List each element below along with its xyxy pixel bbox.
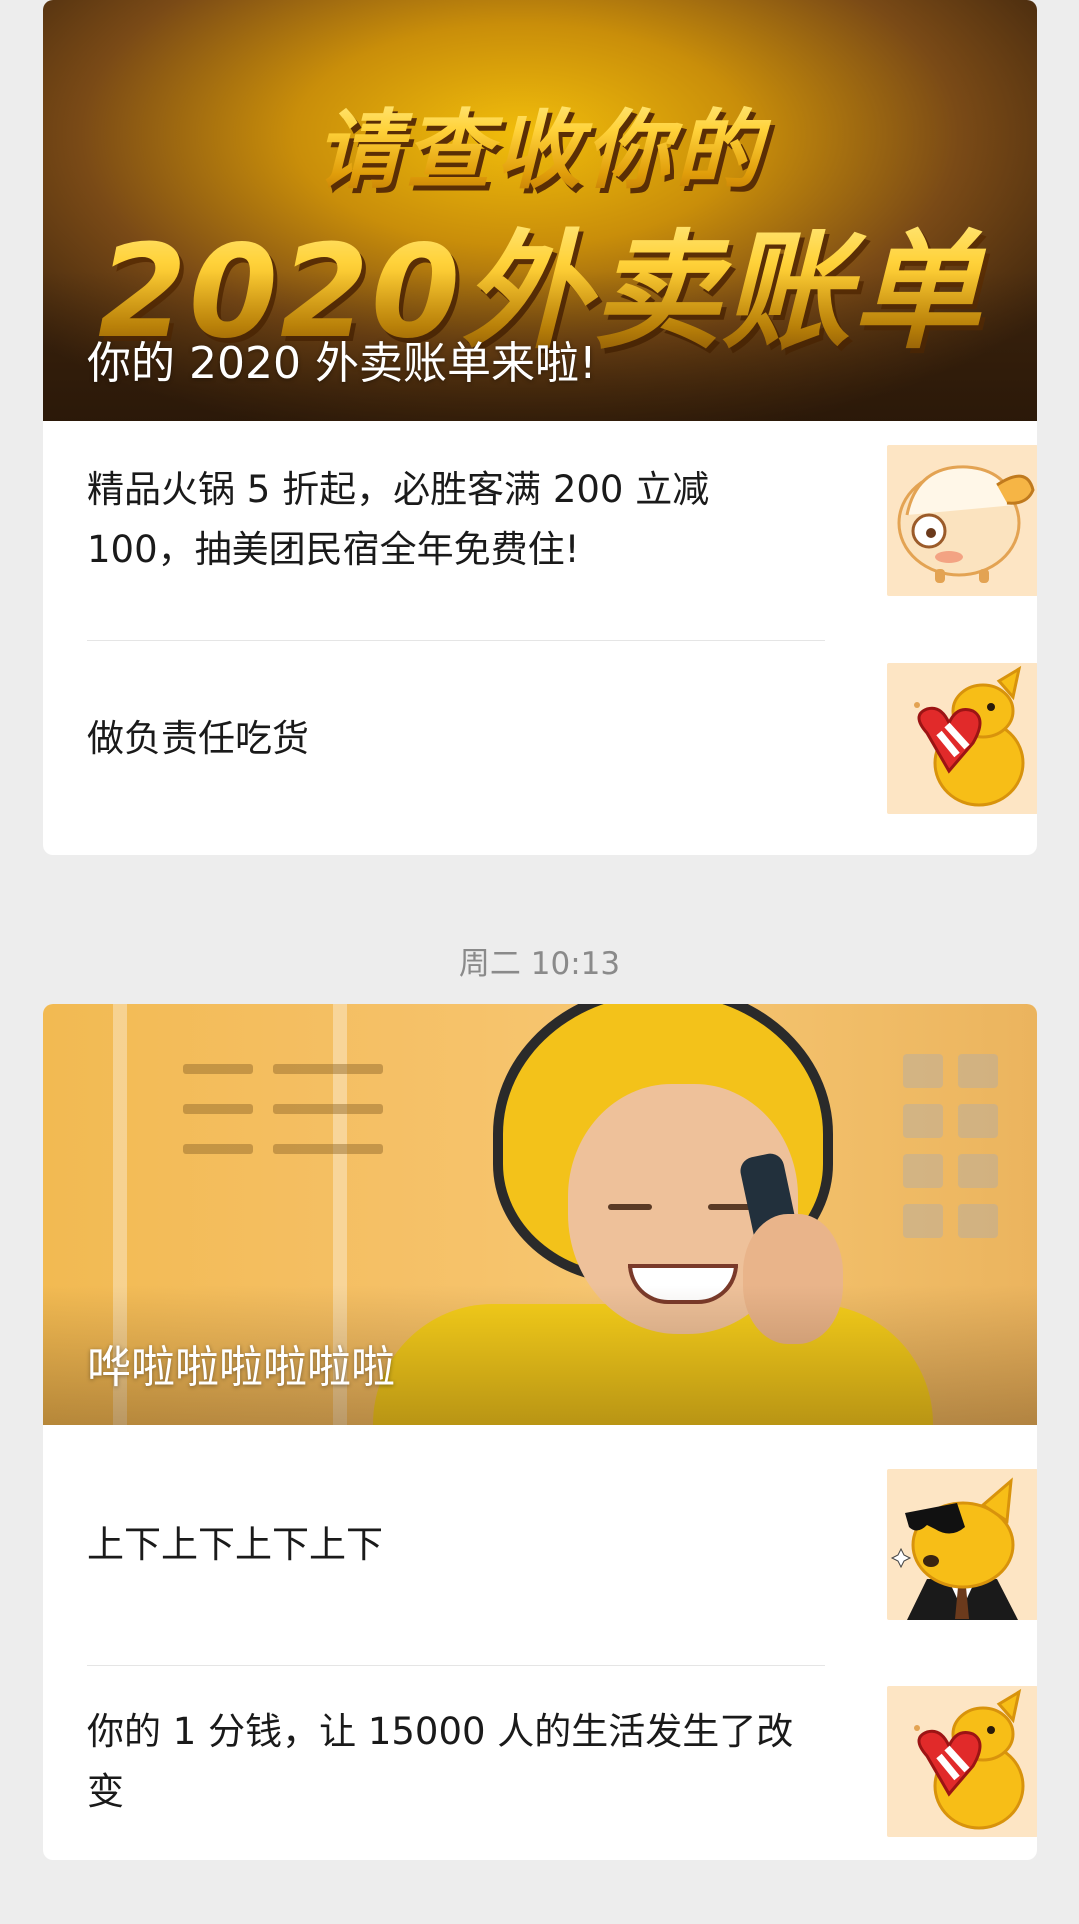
kangaroo-heart-icon bbox=[887, 1686, 1037, 1837]
list-item[interactable]: 做负责任吃货 bbox=[87, 663, 1037, 814]
cartoon-sheep-icon bbox=[887, 445, 1037, 596]
divider bbox=[87, 640, 825, 641]
list-item[interactable]: 精品火锅 5 折起，必胜客满 200 立减 100，抽美团民宿全年免费住! bbox=[87, 445, 1037, 596]
kangaroo-heart-icon bbox=[887, 663, 1037, 814]
article-card: 请查收你的 2020外卖账单 你的 2020 外卖账单来啦! 精品火锅 5 折起… bbox=[43, 0, 1037, 855]
banner-headline: 请查收你的 bbox=[43, 80, 1037, 205]
cover-title: 你的 2020 外卖账单来啦! bbox=[87, 338, 597, 389]
article-card: 哗啦啦啦啦啦啦 上下上下上下上下 你的 1 分钱，让 15000 人的生活发生了… bbox=[43, 1004, 1037, 1860]
list-item[interactable]: 上下上下上下上下 bbox=[87, 1469, 1037, 1620]
list-item[interactable]: 你的 1 分钱，让 15000 人的生活发生了改变 bbox=[87, 1666, 1037, 1857]
cover-article[interactable]: 哗啦啦啦啦啦啦 bbox=[43, 1004, 1037, 1425]
message-timestamp: 周二 10:13 bbox=[458, 946, 621, 982]
cover-title: 哗啦啦啦啦啦啦 bbox=[87, 1342, 395, 1393]
article-title: 你的 1 分钱，让 15000 人的生活发生了改变 bbox=[87, 1709, 794, 1813]
message-feed: 请查收你的 2020外卖账单 你的 2020 外卖账单来啦! 精品火锅 5 折起… bbox=[0, 0, 1079, 1924]
cover-article[interactable]: 请查收你的 2020外卖账单 你的 2020 外卖账单来啦! bbox=[43, 0, 1037, 421]
article-title: 精品火锅 5 折起，必胜客满 200 立减 100，抽美团民宿全年免费住! bbox=[87, 468, 710, 571]
article-title: 做负责任吃货 bbox=[87, 716, 309, 760]
kangaroo-sunglasses-icon bbox=[887, 1469, 1037, 1620]
article-title: 上下上下上下上下 bbox=[87, 1522, 383, 1566]
